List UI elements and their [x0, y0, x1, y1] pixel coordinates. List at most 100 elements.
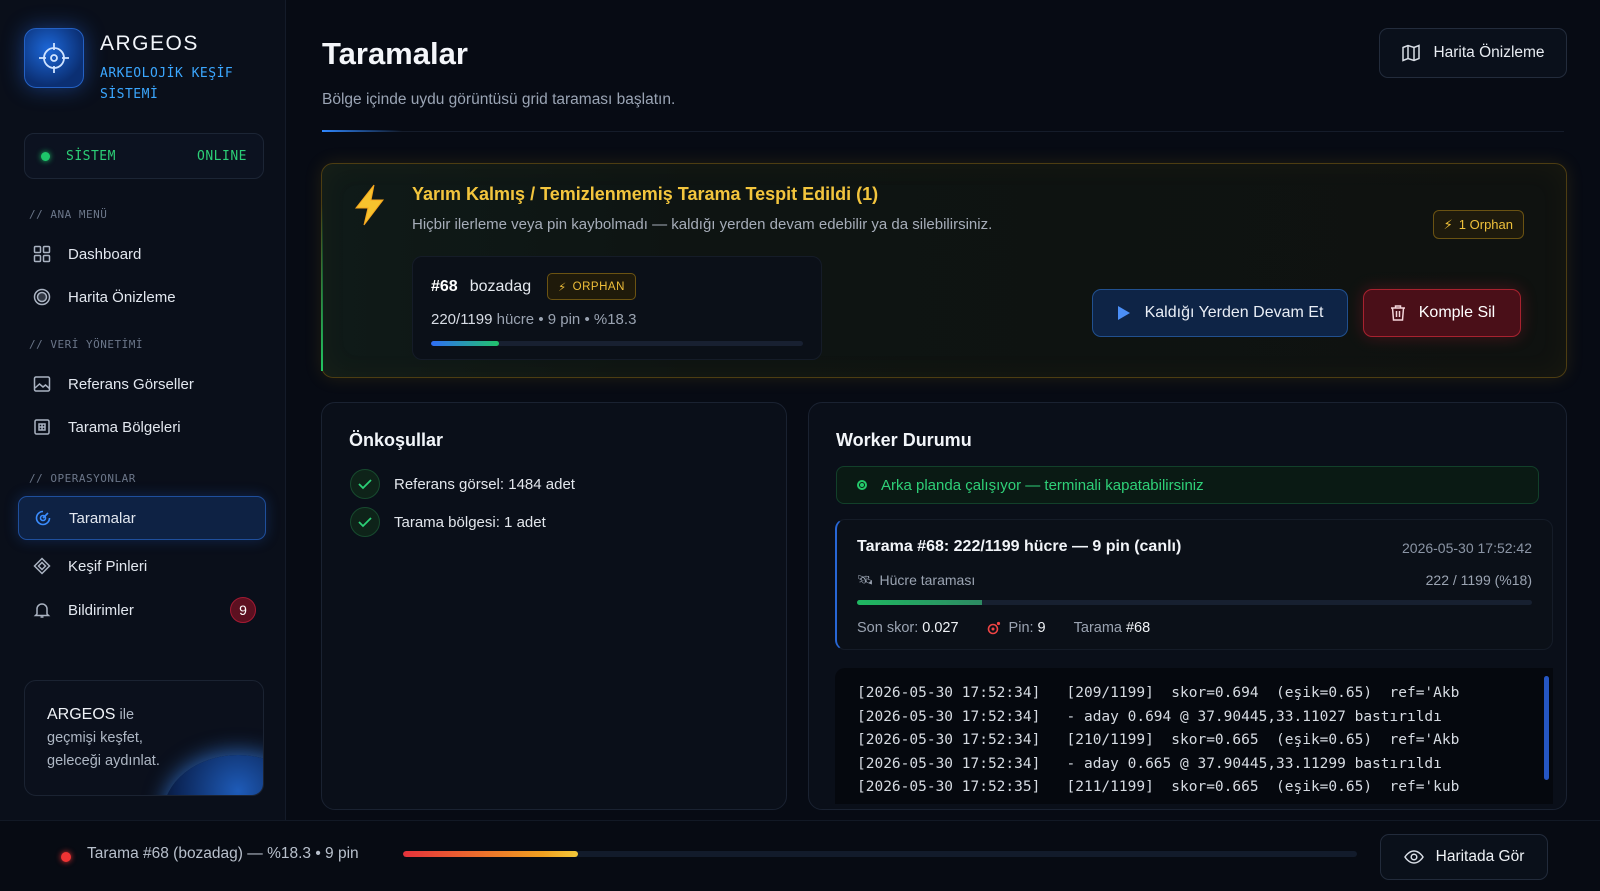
sidebar-item-reference-images[interactable]: Referans Görseller: [18, 362, 266, 406]
prereq-item: Referans görsel: 1484 adet: [350, 469, 575, 499]
bolt-icon: ⚡: [1443, 216, 1453, 232]
globe-icon: [32, 287, 52, 307]
notifications-count-badge: 9: [230, 597, 256, 623]
satellite-icon: 🛰: [857, 572, 874, 587]
progress-fill: [857, 600, 982, 605]
resume-button-label: Kaldığı Yerden Devam Et: [1144, 304, 1324, 321]
sidebar-item-map-preview[interactable]: Harita Önizleme: [18, 275, 266, 319]
log-scrollbar[interactable]: [1544, 676, 1549, 780]
live-scan-count: 222 / 1199 (%18): [1425, 572, 1532, 588]
log-line: [2026-05-30 17:52:34] - aday 0.665 @ 37.…: [857, 755, 1442, 772]
worker-banner-text: Arka planda çalışıyor — terminali kapata…: [881, 476, 1204, 494]
nav-section-data: // VERİ YÖNETİMİ: [29, 338, 143, 351]
pin-value: 9: [1037, 620, 1046, 636]
brand-subtitle-line1: ARKEOLOJİK KEŞİF: [100, 66, 234, 81]
grid-icon: [32, 244, 52, 264]
orphan-scan-card: #68 bozadag ⚡ ORPHAN 220/1199 hücre • 9 …: [412, 256, 822, 360]
separator: •: [580, 311, 594, 328]
sidebar-item-label: Tarama Bölgeleri: [68, 418, 181, 436]
live-scan-stats: Son skor: 0.027 Pin: 9 Tarama #68: [857, 620, 1150, 636]
page-title: Taramalar: [322, 36, 468, 71]
alert-description: Hiçbir ilerleme veya pin kaybolmadı — ka…: [412, 216, 993, 233]
scan-stats: 220/1199 hücre • 9 pin • %18.3: [431, 311, 803, 328]
scan-value: #68: [1125, 620, 1151, 636]
sidebar: ARGEOS ARKEOLOJİK KEŞİF SİSTEMİ SİSTEM O…: [0, 0, 286, 820]
scan-pins: 9 pin: [547, 311, 581, 328]
map-preview-button[interactable]: Harita Önizleme: [1379, 28, 1567, 78]
progress-fill: [431, 341, 500, 346]
brand[interactable]: ARGEOS ARKEOLOJİK KEŞİF SİSTEMİ: [24, 28, 233, 105]
sidebar-item-discovery-pins[interactable]: Keşif Pinleri: [18, 544, 266, 588]
status-value: ONLINE: [197, 148, 247, 164]
nav-section-ops: // OPERASYONLAR: [29, 472, 136, 485]
delete-scan-button[interactable]: Komple Sil: [1363, 289, 1521, 337]
view-on-map-button[interactable]: Haritada Gör: [1380, 834, 1548, 880]
promo-brand: ARGEOS: [47, 706, 116, 723]
live-scan-timestamp: 2026-05-30 17:52:42: [1402, 540, 1532, 556]
separator: •: [534, 311, 548, 328]
log-line: [2026-05-30 17:52:34] - aday 0.694 @ 37.…: [857, 708, 1442, 725]
play-icon: [1117, 305, 1145, 321]
prerequisites-title: Önkoşullar: [349, 430, 444, 450]
log-line: [2026-05-30 17:52:34] [210/1199] skor=0.…: [857, 732, 1460, 748]
trash-icon: [1389, 304, 1419, 322]
scan-id: #68: [431, 277, 458, 295]
status-dot: [41, 151, 50, 161]
prereq-label: Referans görsel: 1484 adet: [394, 475, 575, 493]
scan-cells-unit: hücre: [492, 311, 535, 328]
bottom-status-bar: Tarama #68 (bozadag) — %18.3 • 9 pin Har…: [0, 820, 1600, 891]
scan-label: Tarama: [1073, 620, 1122, 636]
orphan-count-label: 1 Orphan: [1458, 217, 1513, 232]
image-icon: [32, 374, 52, 394]
promo-line2: geçmişi keşfet,: [47, 730, 143, 746]
pin-icon: [987, 621, 1001, 635]
phase-label: Hücre taraması: [879, 572, 976, 588]
worker-running-banner: Arka planda çalışıyor — terminali kapata…: [836, 466, 1539, 504]
sidebar-item-scans[interactable]: Taramalar: [18, 496, 266, 540]
live-scan-progress: [857, 600, 1532, 605]
live-scan-title: Tarama #68: 222/1199 hücre — 9 pin (canl…: [857, 538, 1182, 555]
promo-suffix: ile: [115, 707, 135, 723]
log-line: [2026-05-30 17:52:35] [211/1199] skor=0.…: [857, 779, 1460, 795]
sidebar-item-dashboard[interactable]: Dashboard: [18, 232, 266, 276]
score-value: 0.027: [922, 620, 959, 636]
worker-log[interactable]: [2026-05-30 17:52:34] [209/1199] skor=0.…: [835, 668, 1553, 804]
prereq-item: Tarama bölgesi: 1 adet: [350, 507, 546, 537]
map-icon: [1401, 43, 1433, 63]
worker-status-title: Worker Durumu: [836, 430, 972, 450]
log-line: [2026-05-30 17:52:34] [209/1199] skor=0.…: [857, 685, 1460, 701]
worker-status-panel: Worker Durumu Arka planda çalışıyor — te…: [808, 402, 1567, 810]
live-scan-card: Tarama #68: 222/1199 hücre — 9 pin (canl…: [835, 519, 1553, 650]
brand-name: ARGEOS: [100, 32, 199, 55]
bolt-icon: ⚡: [558, 281, 567, 294]
resume-scan-button[interactable]: Kaldığı Yerden Devam Et: [1092, 289, 1348, 337]
prereq-label: Tarama bölgesi: 1 adet: [394, 513, 546, 531]
map-preview-button-label: Harita Önizleme: [1433, 44, 1545, 61]
orphan-count-badge: ⚡ 1 Orphan: [1432, 210, 1524, 239]
view-on-map-label: Haritada Gör: [1435, 848, 1525, 865]
sidebar-item-notifications[interactable]: Bildirimler 9: [18, 588, 266, 632]
prerequisites-panel: Önkoşullar Referans görsel: 1484 adet Ta…: [321, 402, 787, 810]
scan-percent: %18.3: [593, 311, 637, 328]
sidebar-item-label: Referans Görseller: [68, 375, 194, 393]
scan-name: bozadag: [469, 277, 532, 295]
orphan-tag-label: ORPHAN: [572, 280, 625, 293]
region-icon: [32, 417, 52, 437]
score-label: Son skor:: [857, 620, 919, 636]
lightning-icon: [352, 184, 388, 226]
sidebar-item-scan-regions[interactable]: Tarama Bölgeleri: [18, 405, 266, 449]
brand-subtitle: ARKEOLOJİK KEŞİF SİSTEMİ: [100, 63, 233, 105]
bell-icon: [32, 600, 52, 620]
sidebar-item-label: Dashboard: [68, 245, 142, 263]
crosshair-icon: [24, 28, 84, 88]
promo-card: ARGEOS ile geçmişi keşfet, geleceği aydı…: [24, 680, 264, 796]
status-label: SİSTEM: [66, 148, 116, 164]
check-icon: [350, 507, 380, 537]
brand-subtitle-line2: SİSTEMİ: [100, 87, 159, 102]
orphan-scan-progress: [431, 341, 803, 346]
delete-button-label: Komple Sil: [1418, 304, 1496, 321]
scan-cells: 220/1199: [431, 311, 493, 328]
radar-icon: [33, 508, 53, 528]
page-subtitle: Bölge içinde uydu görüntüsü grid taramas…: [322, 91, 676, 108]
system-status: SİSTEM ONLINE: [24, 133, 264, 179]
